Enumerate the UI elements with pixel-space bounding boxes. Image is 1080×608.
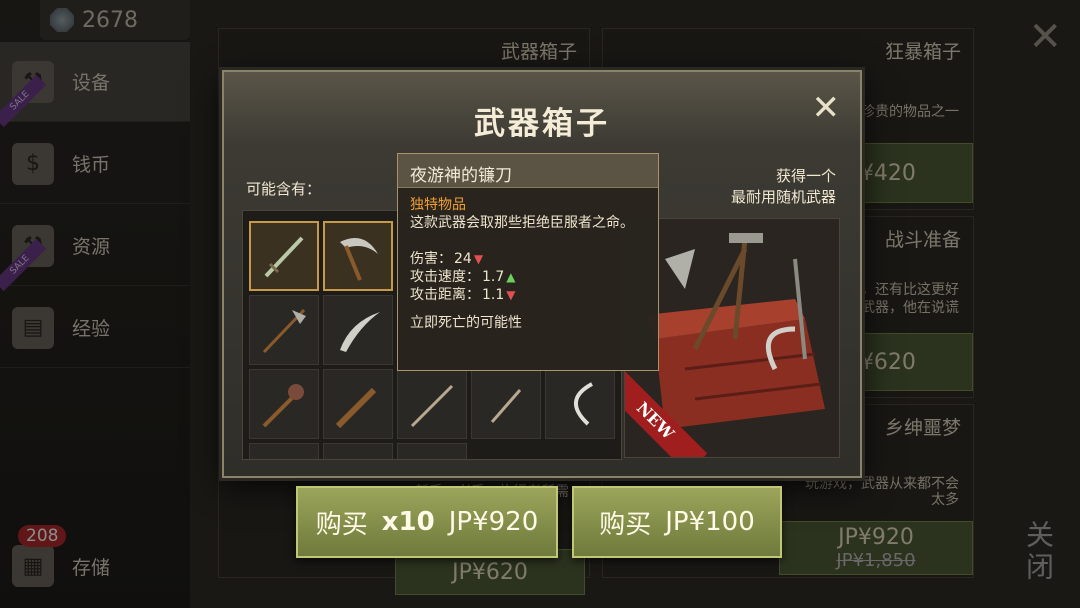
scimitar-icon xyxy=(340,312,380,352)
arrow-down-icon: ▼ xyxy=(506,288,516,302)
stat-label: 攻击距离： xyxy=(410,287,480,303)
card-title: 狂暴箱子 xyxy=(884,41,961,63)
stat-label: 伤害： xyxy=(410,251,452,267)
item-cell[interactable] xyxy=(471,369,541,439)
close-icon[interactable]: ✕ xyxy=(1028,14,1062,60)
card-price[interactable]: JP¥920 JP¥1,850 xyxy=(779,521,973,575)
scythe-icon xyxy=(340,238,378,281)
stat-value: 1.7 xyxy=(482,269,505,285)
attack-range-stat: 攻击距离： 1.1 ▼ xyxy=(410,286,646,304)
buy-quantity: x10 xyxy=(381,507,435,537)
reward-line-1: 获得一个 xyxy=(775,167,836,185)
buy-price: JP¥920 xyxy=(448,507,539,537)
item-cell[interactable] xyxy=(323,295,393,365)
stat-label: 攻击速度： xyxy=(410,269,480,285)
storage-count-badge: 208 xyxy=(18,525,67,547)
may-contain-label: 可能含有： xyxy=(246,180,322,198)
item-cell[interactable] xyxy=(545,369,615,439)
card-title: 战斗准备 xyxy=(884,229,961,251)
current-price: JP¥920 xyxy=(838,525,914,550)
item-description: 这款武器会取那些拒绝臣服者之命。 xyxy=(410,215,634,231)
arrow-up-icon: ▲ xyxy=(506,270,516,284)
card-title: 乡绅噩梦 xyxy=(884,417,961,439)
shop-sidebar: 2678 ⚒ 设备 SALE $ 钱币 ⚒ 资源 SALE ▤ 经验 ▦ 208… xyxy=(0,0,190,608)
item-cell[interactable] xyxy=(249,369,319,439)
morning-star-icon xyxy=(262,384,304,428)
gem-balance: 2678 xyxy=(40,0,190,40)
stat-value: 24 xyxy=(454,251,472,267)
sword-icon xyxy=(410,384,454,428)
sidebar-item-equipment[interactable]: ⚒ 设备 SALE xyxy=(0,42,190,128)
sidebar-item-resources[interactable]: ⚒ 资源 SALE xyxy=(0,206,190,292)
card-desc: 武器，他在说谎 xyxy=(861,300,959,316)
buy-label: 购买 xyxy=(599,509,652,540)
coin-bag-icon: $ xyxy=(12,142,54,185)
card-desc: 太多 xyxy=(931,492,959,508)
tooltip-body: 独特物品 这款武器会取那些拒绝臣服者之命。 伤害： 24 ▼ 攻击速度： 1.7… xyxy=(398,188,658,340)
halberd-icon xyxy=(262,308,306,354)
gem-count: 2678 xyxy=(82,7,138,33)
short-sword-icon xyxy=(490,389,522,423)
sidebar-item-storage[interactable]: ▦ 208 存储 xyxy=(0,525,190,606)
item-cell[interactable] xyxy=(249,443,319,459)
buy-single-button[interactable]: 购买 JP¥100 xyxy=(572,486,782,558)
original-price: JP¥1,850 xyxy=(836,550,916,571)
close-side-button[interactable]: 关闭 xyxy=(1018,520,1058,584)
storage-box-icon: ▦ 208 xyxy=(12,525,67,587)
attack-speed-stat: 攻击速度： 1.7 ▲ xyxy=(410,268,646,286)
sidebar-item-coins[interactable]: $ 钱币 xyxy=(0,124,190,204)
sidebar-item-experience[interactable]: ▤ 经验 xyxy=(0,288,190,368)
sidebar-item-label: 设备 xyxy=(72,72,111,94)
gem-icon xyxy=(50,8,74,32)
item-cell[interactable] xyxy=(249,221,319,291)
tooltip-item-name: 夜游神的镰刀 xyxy=(398,154,658,188)
book-icon: ▤ xyxy=(12,306,54,349)
item-rarity: 独特物品 xyxy=(410,197,466,213)
sidebar-item-label: 存储 xyxy=(72,556,111,579)
sidebar-item-label: 经验 xyxy=(72,318,111,340)
sickle-icon xyxy=(574,382,593,426)
arrow-down-icon: ▼ xyxy=(473,252,484,266)
card-desc: 珍贵的物品之一 xyxy=(861,104,959,120)
stat-value: 1.1 xyxy=(482,287,505,303)
item-cell[interactable] xyxy=(249,295,319,365)
spiked-club-icon xyxy=(335,387,377,429)
card-title: 武器箱子 xyxy=(500,41,577,63)
item-cell[interactable] xyxy=(397,443,467,459)
item-cell[interactable] xyxy=(323,369,393,439)
item-cell-selected[interactable] xyxy=(323,221,393,291)
close-icon[interactable]: ✕ xyxy=(812,88,841,128)
buy-x10-button[interactable]: 购买 x10 JP¥920 xyxy=(296,486,558,558)
dialog-title: 武器箱子 xyxy=(474,106,610,142)
item-tooltip: 夜游神的镰刀 独特物品 这款武器会取那些拒绝臣服者之命。 伤害： 24 ▼ 攻击… xyxy=(397,153,659,371)
dagger-icon xyxy=(264,236,304,278)
damage-stat: 伤害： 24 ▼ xyxy=(410,250,646,268)
item-cell[interactable] xyxy=(323,443,393,459)
reward-description: 获得一个 最耐用随机武器 xyxy=(731,166,836,208)
sidebar-item-label: 钱币 xyxy=(72,154,111,176)
reward-line-2: 最耐用随机武器 xyxy=(730,188,836,206)
buy-price: JP¥100 xyxy=(665,507,755,537)
card-desc: ，还有比这更好 xyxy=(861,282,959,298)
item-perk: 立即死亡的可能性 xyxy=(410,315,522,331)
item-cell[interactable] xyxy=(397,369,467,439)
buy-label: 购买 xyxy=(315,509,368,540)
sidebar-item-label: 资源 xyxy=(72,236,111,258)
